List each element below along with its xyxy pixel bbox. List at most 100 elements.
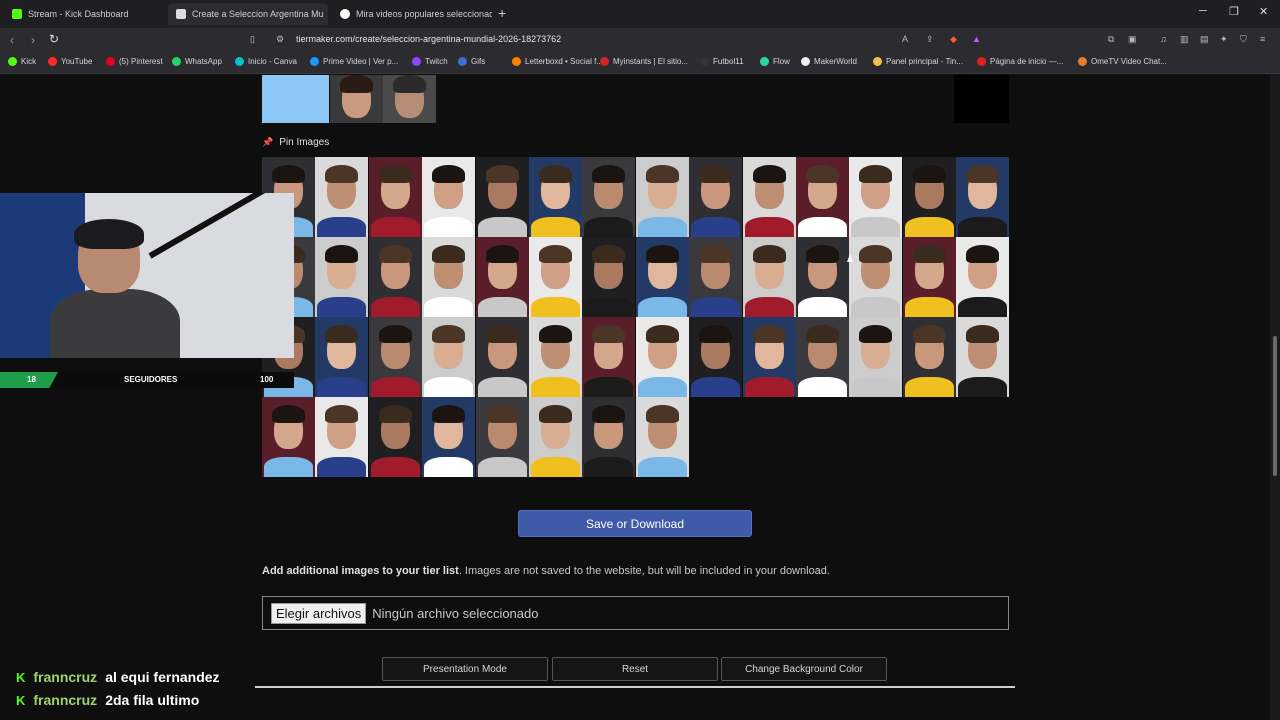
player-image[interactable] (422, 237, 476, 317)
player-image[interactable] (475, 397, 529, 477)
brave-shield-icon[interactable]: ◆ (950, 34, 960, 44)
site-info-icon[interactable]: ⚙ (276, 34, 286, 44)
player-image[interactable] (529, 157, 582, 237)
screenshot-icon[interactable]: ▣ (1128, 34, 1138, 44)
new-tab-button[interactable]: + (498, 5, 506, 21)
bookmark-item[interactable]: Gifs (458, 57, 485, 66)
player-image[interactable] (742, 317, 796, 397)
player-image[interactable] (368, 397, 422, 477)
save-download-button[interactable]: Save or Download (518, 510, 752, 537)
bookmark-item[interactable]: MakerWorld (801, 57, 857, 66)
player-image[interactable] (956, 317, 1010, 397)
player-image[interactable] (582, 237, 636, 317)
tier-image[interactable] (383, 75, 436, 123)
forward-icon[interactable]: › (31, 33, 35, 47)
player-image[interactable] (796, 317, 849, 397)
player-image[interactable] (902, 317, 956, 397)
bookmark-item[interactable]: (5) Pinterest (106, 57, 163, 66)
player-image[interactable] (956, 237, 1010, 317)
bookmark-item[interactable]: Flow (760, 57, 790, 66)
player-image[interactable] (689, 317, 743, 397)
player-image[interactable] (368, 317, 422, 397)
player-image[interactable] (368, 237, 422, 317)
bookmark-item[interactable]: Kick (8, 57, 36, 66)
url-field[interactable]: tiermaker.com/create/seleccion-argentina… (296, 34, 561, 44)
bookmark-icon[interactable]: ▯ (250, 34, 260, 44)
player-image[interactable] (582, 397, 636, 477)
player-image[interactable] (849, 157, 903, 237)
back-icon[interactable]: ‹ (10, 33, 14, 47)
player-image[interactable] (635, 397, 689, 477)
player-image[interactable] (475, 237, 529, 317)
player-image[interactable] (475, 157, 529, 237)
translate-icon[interactable]: A (902, 34, 912, 44)
sidebar-icon[interactable]: ▥ (1180, 34, 1190, 44)
media-icon[interactable]: ♫ (1160, 34, 1170, 44)
player-image[interactable] (956, 157, 1010, 237)
player-image[interactable] (262, 397, 315, 477)
player-image[interactable] (689, 237, 743, 317)
share-icon[interactable]: ⇪ (926, 34, 936, 44)
bookmark-item[interactable]: Inicio - Canva (235, 57, 297, 66)
player-image[interactable] (849, 237, 903, 317)
bookmark-item[interactable]: Página de inicio —... (977, 57, 1063, 66)
player-image[interactable] (796, 157, 849, 237)
tab-tiermaker[interactable]: Create a Seleccion Argentina Mu ✕ (168, 3, 328, 25)
tier-image[interactable] (330, 75, 383, 123)
player-image[interactable] (635, 157, 689, 237)
player-image[interactable] (529, 237, 582, 317)
player-image[interactable] (422, 317, 476, 397)
change-background-button[interactable]: Change Background Color (721, 657, 887, 681)
player-image[interactable] (368, 157, 422, 237)
close-window-icon[interactable]: ✕ (1259, 5, 1268, 18)
player-image[interactable] (689, 157, 743, 237)
player-image[interactable] (529, 317, 582, 397)
choose-files-button[interactable]: Elegir archivos (271, 602, 367, 624)
player-image[interactable] (796, 237, 849, 317)
bookmark-item[interactable]: Twitch (412, 57, 448, 66)
player-image[interactable] (635, 237, 689, 317)
player-image[interactable] (315, 157, 369, 237)
player-image[interactable] (849, 317, 903, 397)
player-image[interactable] (742, 237, 796, 317)
bookmark-item[interactable]: OmeTV Video Chat... (1078, 57, 1167, 66)
minimize-icon[interactable]: ─ (1199, 5, 1207, 17)
wallet-icon[interactable]: ▤ (1200, 34, 1210, 44)
bookmark-item[interactable]: Futbol11 (700, 57, 744, 66)
player-image[interactable] (315, 237, 369, 317)
reload-icon[interactable]: ↻ (49, 32, 59, 46)
restore-icon[interactable]: ❐ (1229, 5, 1239, 18)
scrollbar-thumb[interactable] (1273, 336, 1277, 476)
leo-icon[interactable]: ✦ (1220, 34, 1230, 44)
extensions-icon[interactable]: ⧉ (1108, 34, 1118, 44)
bookmark-item[interactable]: Panel principal - Tin... (873, 57, 963, 66)
tab-kick-dashboard[interactable]: Stream - Kick Dashboard (4, 3, 164, 25)
player-image[interactable] (635, 317, 689, 397)
rewards-icon[interactable]: ▲ (972, 34, 982, 44)
file-upload-field[interactable]: Elegir archivos Ningún archivo seleccion… (262, 596, 1009, 630)
player-image[interactable] (475, 317, 529, 397)
player-image[interactable] (582, 317, 636, 397)
player-image[interactable] (315, 317, 369, 397)
menu-icon[interactable]: ≡ (1260, 34, 1270, 44)
player-image[interactable] (529, 397, 582, 477)
player-image[interactable] (422, 397, 476, 477)
vpn-icon[interactable]: ⛉ (1240, 34, 1250, 44)
bookmark-item[interactable]: YouTube (48, 57, 92, 66)
pin-images-toggle[interactable]: 📌 Pin Images (262, 137, 329, 148)
player-image[interactable] (902, 237, 956, 317)
player-image[interactable] (902, 157, 956, 237)
reset-button[interactable]: Reset (552, 657, 718, 681)
bookmark-item[interactable]: WhatsApp (172, 57, 222, 66)
player-image[interactable] (742, 157, 796, 237)
presentation-mode-button[interactable]: Presentation Mode (382, 657, 548, 681)
bookmark-item[interactable]: Myinstants | El sitio... (600, 57, 688, 66)
bookmark-item[interactable]: Prime Video | Ver p... (310, 57, 398, 66)
bookmark-item[interactable]: Letterboxd • Social f... (512, 57, 603, 66)
player-image[interactable] (582, 157, 636, 237)
tier-settings-tile[interactable] (954, 75, 1009, 123)
player-image[interactable] (422, 157, 476, 237)
player-image[interactable] (315, 397, 369, 477)
tab-tiktok[interactable]: Mira videos populares seleccionados ✕ (332, 3, 492, 25)
page-scrollbar[interactable] (1270, 74, 1280, 720)
